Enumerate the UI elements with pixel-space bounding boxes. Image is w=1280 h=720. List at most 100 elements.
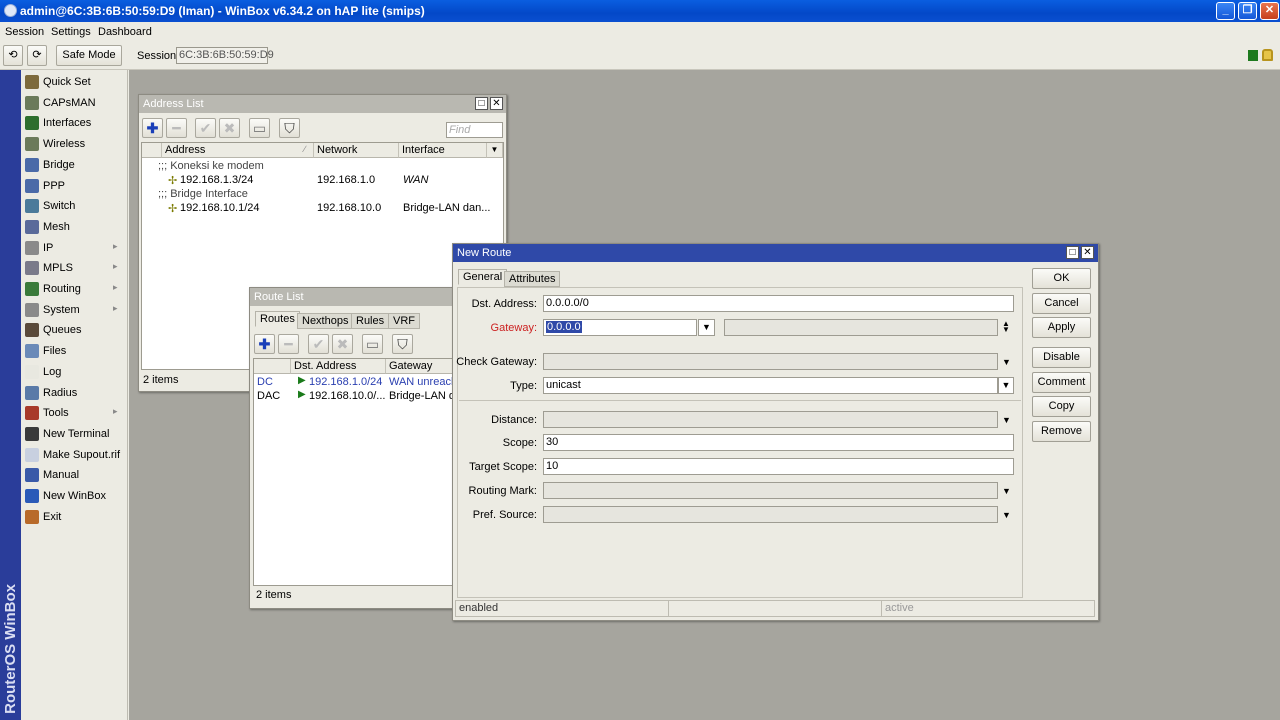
address-list-title-bar[interactable]: Address List □ ✕ <box>139 95 506 113</box>
sidebar-item-label: CAPsMAN <box>43 96 96 109</box>
maximize-icon[interactable]: ❐ <box>1238 2 1257 20</box>
apply-button[interactable]: Apply <box>1032 317 1091 338</box>
tab-general[interactable]: General <box>458 269 508 285</box>
disable-button[interactable]: Disable <box>1032 347 1091 368</box>
filter-icon[interactable]: ⛉ <box>392 334 413 354</box>
check-gateway-dropdown-icon[interactable]: ▼ <box>1002 357 1011 367</box>
sidebar-item-mesh[interactable]: Mesh <box>21 217 128 237</box>
menu-session[interactable]: Session <box>5 26 44 38</box>
table-cell[interactable]: 192.168.1.3/24 <box>180 174 253 186</box>
table-cell[interactable]: DC <box>257 376 273 388</box>
find-input[interactable]: Find <box>446 122 503 138</box>
sidebar-item-log[interactable]: Log <box>21 362 128 382</box>
comment-icon[interactable]: ▭ <box>362 334 383 354</box>
sidebar-item-wireless[interactable]: Wireless <box>21 134 128 154</box>
table-cell[interactable]: 192.168.10.1/24 <box>180 202 260 214</box>
tab-nexthops[interactable]: Nexthops <box>297 313 354 329</box>
add-icon[interactable]: ✚ <box>142 118 163 138</box>
distance-input[interactable] <box>543 411 998 428</box>
col-dst-address[interactable]: Dst. Address <box>291 359 386 374</box>
sidebar-item-manual[interactable]: Manual <box>21 465 128 485</box>
window-title-bar[interactable]: admin@6C:3B:6B:50:59:D9 (Iman) - WinBox … <box>0 0 1280 22</box>
add-icon[interactable]: ✚ <box>254 334 275 354</box>
comment-button[interactable]: Comment <box>1032 372 1091 393</box>
close-icon[interactable]: ✕ <box>1081 246 1094 259</box>
table-cell[interactable]: DAC <box>257 390 280 402</box>
restore-icon[interactable]: □ <box>475 97 488 110</box>
sidebar-item-make-supout-rif[interactable]: Make Supout.rif <box>21 445 128 465</box>
route-list-title-bar[interactable]: Route List <box>250 288 458 306</box>
target-scope-input[interactable]: 10 <box>543 458 1014 475</box>
gateway-dropdown-icon[interactable]: ▼ <box>698 319 715 336</box>
new-route-title-bar[interactable]: New Route □ ✕ <box>453 244 1098 262</box>
close-icon[interactable]: ✕ <box>490 97 503 110</box>
cancel-button[interactable]: Cancel <box>1032 293 1091 314</box>
disable-icon[interactable]: ✖ <box>332 334 353 354</box>
gateway-secondary-input[interactable] <box>724 319 998 336</box>
session-field[interactable]: 6C:3B:6B:50:59:D9 <box>176 47 274 64</box>
sidebar-item-bridge[interactable]: Bridge <box>21 155 128 175</box>
copy-button[interactable]: Copy <box>1032 396 1091 417</box>
pref-source-select[interactable] <box>543 506 998 523</box>
remove-icon[interactable]: ━ <box>278 334 299 354</box>
routing-mark-select[interactable] <box>543 482 998 499</box>
column-menu-icon[interactable]: ▼ <box>487 143 503 158</box>
enable-icon[interactable]: ✔ <box>195 118 216 138</box>
distance-dropdown-icon[interactable]: ▼ <box>1002 415 1011 425</box>
table-cell[interactable]: 192.168.1.0/24 <box>309 376 382 388</box>
remove-icon[interactable]: ━ <box>166 118 187 138</box>
pref-source-dropdown-icon[interactable]: ▼ <box>1002 510 1011 520</box>
routing-mark-dropdown-icon[interactable]: ▼ <box>1002 486 1011 496</box>
check-gateway-select[interactable] <box>543 353 998 370</box>
comment-icon[interactable]: ▭ <box>249 118 270 138</box>
tab-rules[interactable]: Rules <box>351 313 390 329</box>
dst-address-input[interactable]: 0.0.0.0/0 <box>543 295 1014 312</box>
sidebar-item-quick-set[interactable]: Quick Set <box>21 72 128 92</box>
sidebar-item-new-terminal[interactable]: New Terminal <box>21 424 128 444</box>
safe-mode-button[interactable]: Safe Mode <box>56 45 122 66</box>
close-icon[interactable]: ✕ <box>1260 2 1279 20</box>
tab-vrf[interactable]: VRF <box>388 313 420 329</box>
ok-button[interactable]: OK <box>1032 268 1091 289</box>
gateway-input[interactable]: 0.0.0.0 <box>543 319 697 336</box>
col-network[interactable]: Network <box>314 143 399 158</box>
tab-attributes[interactable]: Attributes <box>504 271 561 287</box>
sidebar-item-capsman[interactable]: CAPsMAN <box>21 93 128 113</box>
table-cell[interactable]: 192.168.10.0/... <box>309 390 385 402</box>
table-cell[interactable]: 192.168.10.0 <box>317 202 381 214</box>
disable-icon[interactable]: ✖ <box>219 118 240 138</box>
sidebar-item-tools[interactable]: Tools ▸ <box>21 403 128 423</box>
sidebar-item-routing[interactable]: Routing ▸ <box>21 279 128 299</box>
sidebar-item-radius[interactable]: Radius <box>21 383 128 403</box>
col-flags[interactable] <box>254 359 291 374</box>
sidebar-item-new-winbox[interactable]: New WinBox <box>21 486 128 506</box>
sidebar-item-exit[interactable]: Exit <box>21 507 128 527</box>
sidebar-item-files[interactable]: Files <box>21 341 128 361</box>
remove-button[interactable]: Remove <box>1032 421 1091 442</box>
sidebar-item-switch[interactable]: Switch <box>21 196 128 216</box>
minimize-icon[interactable]: _ <box>1216 2 1235 20</box>
type-select[interactable]: unicast <box>543 377 998 394</box>
redo-button[interactable]: ⟳ <box>27 45 47 66</box>
col-address[interactable]: Address <box>162 143 314 158</box>
menu-dashboard[interactable]: Dashboard <box>98 26 152 38</box>
scope-input[interactable]: 30 <box>543 434 1014 451</box>
filter-icon[interactable]: ⛉ <box>279 118 300 138</box>
add-remove-icon[interactable]: ▲ ▼ <box>1002 320 1010 334</box>
menu-settings[interactable]: Settings <box>51 26 91 38</box>
type-dropdown-icon[interactable]: ▼ <box>998 377 1014 394</box>
table-cell[interactable]: WAN <box>403 174 428 186</box>
restore-icon[interactable]: □ <box>1066 246 1079 259</box>
sidebar-item-interfaces[interactable]: Interfaces <box>21 113 128 133</box>
sidebar-item-queues[interactable]: Queues <box>21 320 128 340</box>
col-interface[interactable]: Interface <box>399 143 487 158</box>
tab-routes[interactable]: Routes <box>255 311 300 327</box>
sidebar-item-mpls[interactable]: MPLS ▸ <box>21 258 128 278</box>
sidebar-item-system[interactable]: System ▸ <box>21 300 128 320</box>
undo-button[interactable]: ⟲ <box>3 45 23 66</box>
sidebar-item-ip[interactable]: IP ▸ <box>21 238 128 258</box>
enable-icon[interactable]: ✔ <box>308 334 329 354</box>
table-cell[interactable]: 192.168.1.0 <box>317 174 375 186</box>
sidebar-item-ppp[interactable]: PPP <box>21 176 128 196</box>
table-cell[interactable]: Bridge-LAN dan... <box>403 202 490 214</box>
